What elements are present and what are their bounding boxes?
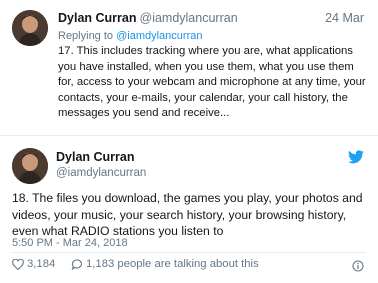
like-button[interactable]: 3,184 xyxy=(12,258,55,270)
embedded-tweet-card: Dylan Curran @iamdylancurran 24 Mar Reply… xyxy=(0,0,378,283)
avatar-photo xyxy=(12,10,48,46)
reply-tweet[interactable]: Dylan Curran @iamdylancurran 24 Mar Reply… xyxy=(0,0,378,135)
author-handle[interactable]: @iamdylancurran xyxy=(56,167,146,179)
author-handle[interactable]: @iamdylancurran xyxy=(140,11,238,25)
reply-tweet-header: Dylan Curran @iamdylancurran 24 Mar xyxy=(58,11,366,27)
twitter-bird-icon[interactable] xyxy=(348,150,364,164)
speech-bubble-icon xyxy=(71,259,83,270)
main-tweet[interactable]: Dylan Curran @iamdylancurran 18. The fil… xyxy=(0,136,378,283)
author-name[interactable]: Dylan Curran xyxy=(56,150,135,164)
replying-to-label: Replying to xyxy=(58,30,114,42)
replying-to-link[interactable]: @iamdylancurran xyxy=(116,30,202,42)
talking-about-text: 1,183 people are talking about this xyxy=(86,258,259,270)
heart-icon xyxy=(12,258,24,270)
tweet-timestamp[interactable]: 5:50 PM - Mar 24, 2018 xyxy=(12,237,128,249)
info-icon[interactable] xyxy=(352,260,364,272)
author-name[interactable]: Dylan Curran xyxy=(58,11,137,25)
tweet-actions: 3,184 1,183 people are talking about thi… xyxy=(12,258,366,274)
conversation-button[interactable]: 1,183 people are talking about this xyxy=(71,258,259,270)
avatar-photo xyxy=(12,148,48,184)
avatar[interactable] xyxy=(12,148,48,184)
divider xyxy=(12,252,366,253)
like-count: 3,184 xyxy=(27,258,56,270)
replying-to: Replying to @iamdylancurran xyxy=(58,30,202,42)
tweet-text: 17. This includes tracking where you are… xyxy=(58,45,366,119)
tweet-text: 18. The files you download, the games yo… xyxy=(12,191,363,238)
avatar[interactable] xyxy=(12,10,48,46)
tweet-date[interactable]: 24 Mar xyxy=(325,11,364,25)
